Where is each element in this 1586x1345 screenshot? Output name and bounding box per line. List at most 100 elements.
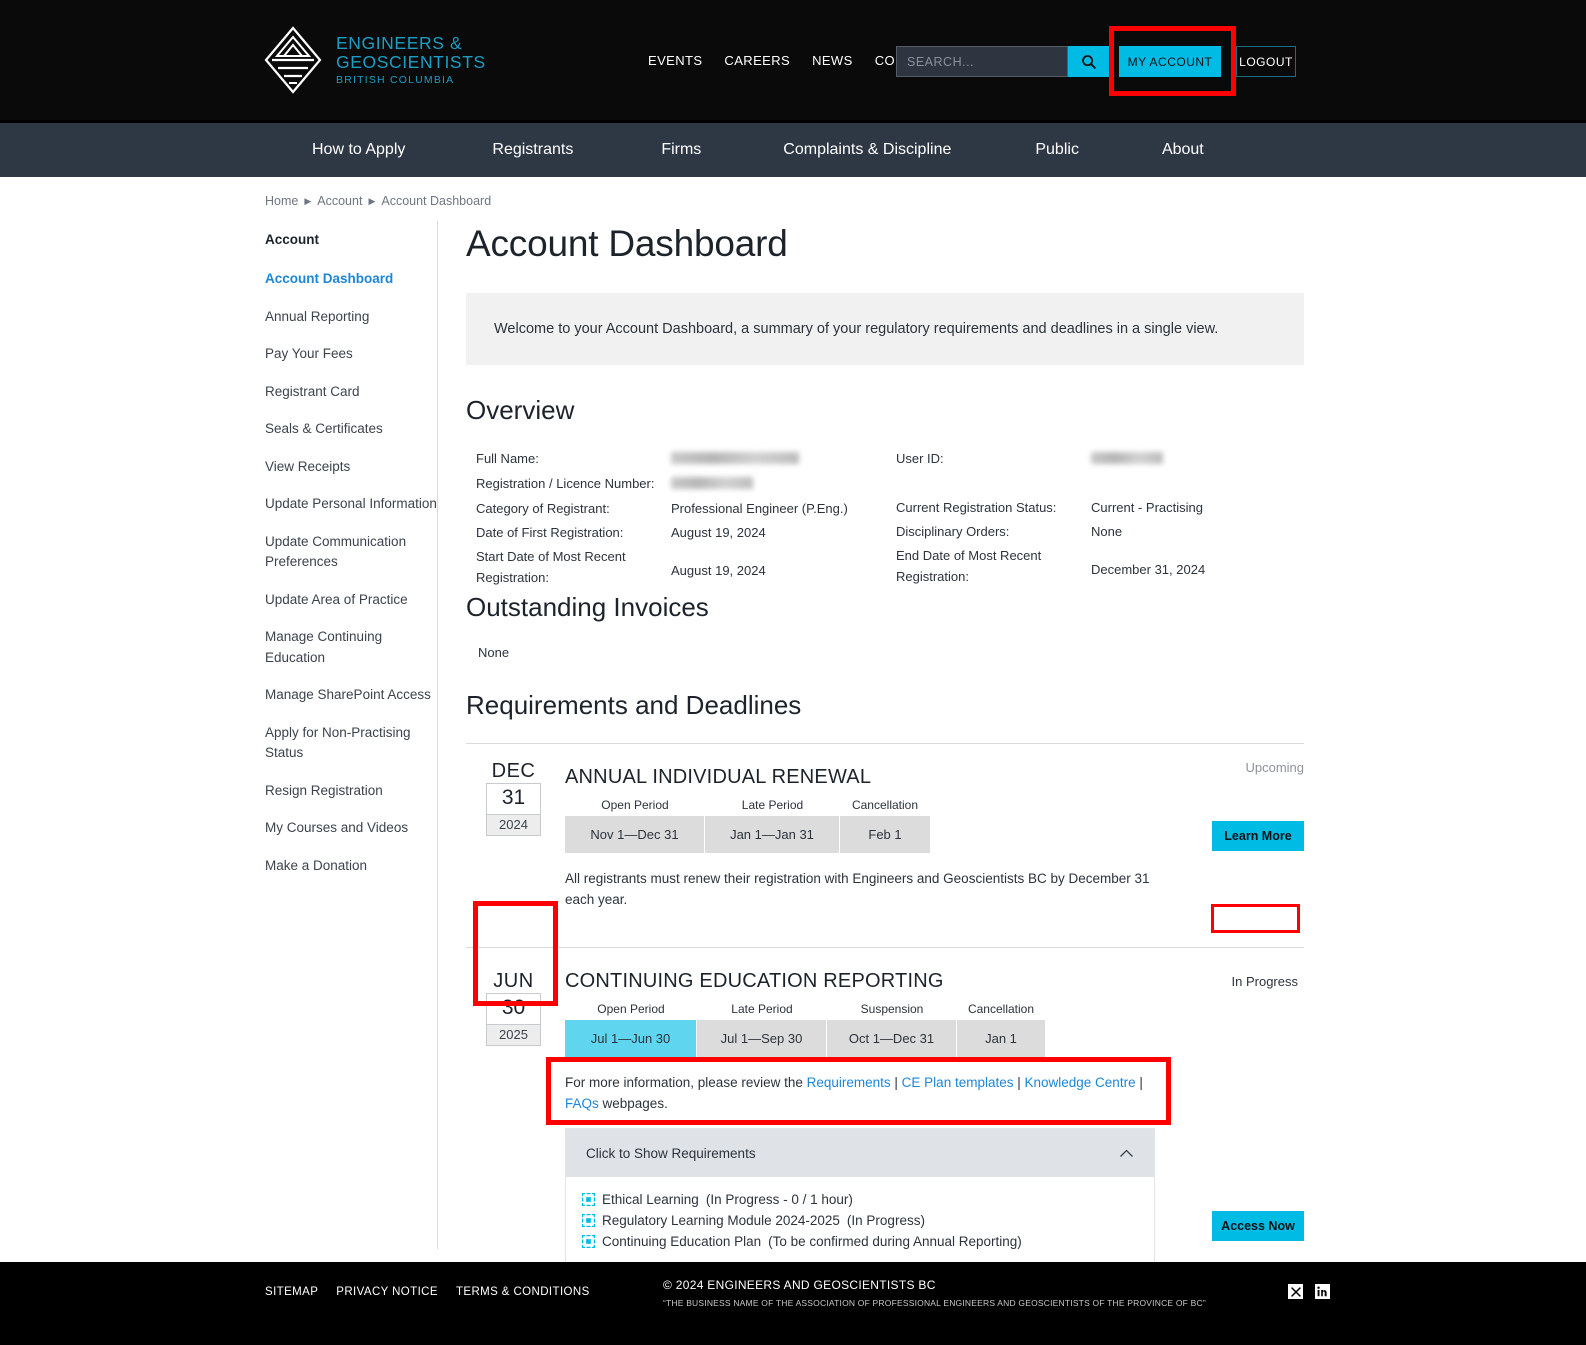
- sidebar-item-apply-non-practising-status[interactable]: Apply for Non-Practising Status: [265, 723, 440, 764]
- sidebar-item-update-area-of-practice[interactable]: Update Area of Practice: [265, 590, 440, 611]
- footer-social-links: [1288, 1284, 1330, 1299]
- ce-period-values: Jul 1—Jun 30 Jul 1—Sep 30 Oct 1—Dec 31 J…: [565, 1019, 1185, 1057]
- sidebar-item-pay-your-fees[interactable]: Pay Your Fees: [265, 344, 440, 365]
- access-now-button[interactable]: Access Now: [1212, 1210, 1304, 1241]
- breadcrumb-separator-icon: ▶: [304, 195, 312, 206]
- requirement-item[interactable]: Regulatory Learning Module 2024-2025 (In…: [566, 1210, 1154, 1231]
- sidebar-item-update-personal-information[interactable]: Update Personal Information: [265, 494, 440, 515]
- sidebar-item-account-dashboard[interactable]: Account Dashboard: [265, 269, 440, 290]
- renewal-card-body: ANNUAL INDIVIDUAL RENEWAL Open Period La…: [565, 766, 1185, 911]
- requirement-detail: (To be confirmed during Annual Reporting…: [768, 1234, 1022, 1250]
- sidebar-item-manage-continuing-education[interactable]: Manage Continuing Education: [265, 627, 440, 668]
- site-logo[interactable]: ENGINEERS & GEOSCIENTISTS BRITISH COLUMB…: [264, 26, 486, 94]
- sidebar-item-update-communication-preferences[interactable]: Update Communication Preferences: [265, 532, 440, 573]
- period-cell-late: Jan 1—Jan 31: [705, 816, 840, 853]
- footer-link-sitemap[interactable]: SITEMAP: [265, 1286, 318, 1298]
- footer-copyright: © 2024 ENGINEERS AND GEOSCIENTISTS BC: [663, 1278, 936, 1292]
- link-knowledge-centre[interactable]: Knowledge Centre: [1025, 1075, 1136, 1090]
- deadline-card-continuing-education: JUN 30 2025 CONTINUING EDUCATION REPORTI…: [466, 946, 1304, 1241]
- ce-date-badge: JUN 30 2025: [486, 970, 541, 1046]
- overview-row-registration-number: Registration / Licence Number:: [476, 473, 848, 495]
- show-requirements-accordion-header[interactable]: Click to Show Requirements: [566, 1129, 1154, 1178]
- period-cell-open: Jul 1—Jun 30: [565, 1019, 697, 1057]
- nav-complaints-discipline[interactable]: Complaints & Discipline: [783, 141, 951, 159]
- learn-more-button[interactable]: Learn More: [1212, 821, 1304, 851]
- overview-label: Registration / Licence Number:: [476, 476, 655, 492]
- requirements-accordion: Click to Show Requirements Ethical Learn…: [565, 1128, 1155, 1270]
- requirement-item[interactable]: Ethical Learning (In Progress - 0 / 1 ho…: [566, 1189, 1154, 1210]
- link-requirements[interactable]: Requirements: [807, 1075, 891, 1090]
- sidebar-item-manage-sharepoint-access[interactable]: Manage SharePoint Access: [265, 685, 440, 706]
- overview-column-right: User ID: Current Registration Status: Cu…: [896, 448, 1205, 590]
- breadcrumb-current: Account Dashboard: [381, 194, 492, 208]
- nav-public[interactable]: Public: [1035, 141, 1079, 159]
- ce-card-title: CONTINUING EDUCATION REPORTING: [565, 969, 944, 992]
- overview-value-redacted: [671, 473, 753, 495]
- link-faqs[interactable]: FAQs: [565, 1096, 599, 1111]
- topnav-news[interactable]: NEWS: [812, 53, 853, 68]
- requirement-detail: (In Progress): [846, 1213, 925, 1229]
- x-twitter-icon[interactable]: [1288, 1284, 1303, 1299]
- overview-value: December 31, 2024: [1091, 562, 1206, 578]
- footer-link-privacy-notice[interactable]: PRIVACY NOTICE: [336, 1286, 438, 1298]
- topnav-careers[interactable]: CAREERS: [724, 53, 790, 68]
- my-account-button[interactable]: MY ACCOUNT: [1119, 46, 1221, 77]
- overview-row-user-id: User ID:: [896, 448, 1205, 470]
- search-icon: [1081, 54, 1096, 69]
- chevron-up-icon: [1120, 1149, 1133, 1157]
- period-cell-open: Nov 1—Dec 31: [565, 816, 705, 853]
- broken-image-placeholder-icon: [582, 1235, 595, 1249]
- topnav-events[interactable]: EVENTS: [648, 53, 702, 68]
- renewal-card-note: All registrants must renew their registr…: [565, 871, 1150, 908]
- link-ce-plan-templates[interactable]: CE Plan templates: [902, 1075, 1014, 1090]
- overview-row-start-date-recent: Start Date of Most Recent Registration: …: [476, 546, 848, 588]
- nav-firms[interactable]: Firms: [661, 141, 701, 159]
- period-header: Cancellation: [851, 798, 919, 812]
- overview-value: None: [1091, 524, 1123, 540]
- date-badge-day: 30: [486, 992, 541, 1025]
- renewal-status-badge: Upcoming: [1245, 760, 1304, 775]
- overview-value: August 19, 2024: [671, 525, 766, 541]
- accordion-header-label: Click to Show Requirements: [586, 1145, 756, 1161]
- sidebar-item-seals-certificates[interactable]: Seals & Certificates: [265, 419, 440, 440]
- overview-label: Disciplinary Orders:: [896, 524, 1010, 540]
- sidebar-item-resign-registration[interactable]: Resign Registration: [265, 781, 440, 802]
- period-header: Suspension: [860, 1001, 924, 1016]
- period-header: Late Period: [731, 1001, 793, 1016]
- footer-legal-note: “THE BUSINESS NAME OF THE ASSOCIATION OF…: [663, 1298, 1206, 1308]
- sidebar-item-make-a-donation[interactable]: Make a Donation: [265, 856, 440, 877]
- footer-link-terms-conditions[interactable]: TERMS & CONDITIONS: [456, 1286, 590, 1298]
- logo-line-1: ENGINEERS &: [336, 32, 463, 53]
- overview-value: Current - Practising: [1091, 500, 1203, 516]
- page-content: Home ▶ Account ▶ Account Dashboard Accou…: [0, 177, 1586, 1270]
- overview-column-left: Full Name: Registration / Licence Number…: [476, 448, 848, 591]
- broken-image-placeholder-icon: [582, 1214, 595, 1228]
- overview-label: Full Name:: [476, 451, 539, 466]
- requirement-detail: (In Progress - 0 / 1 hour): [705, 1192, 853, 1208]
- search-submit-button[interactable]: [1068, 46, 1109, 77]
- nav-how-to-apply[interactable]: How to Apply: [312, 141, 405, 159]
- renewal-date-badge: DEC 31 2024: [486, 760, 541, 836]
- ce-card-body: CONTINUING EDUCATION REPORTING Open Peri…: [565, 970, 1185, 1115]
- overview-row-category: Category of Registrant: Professional Eng…: [476, 498, 848, 519]
- overview-row-full-name: Full Name:: [476, 448, 848, 470]
- sidebar-item-my-courses-and-videos[interactable]: My Courses and Videos: [265, 818, 440, 839]
- sidebar-item-annual-reporting[interactable]: Annual Reporting: [265, 307, 440, 328]
- breadcrumb-home[interactable]: Home: [265, 194, 298, 208]
- screenshot-root: ENGINEERS & GEOSCIENTISTS BRITISH COLUMB…: [0, 0, 1586, 1345]
- requirement-item[interactable]: Continuing Education Plan (To be confirm…: [566, 1231, 1154, 1252]
- deadline-card-annual-renewal: DEC 31 2024 ANNUAL INDIVIDUAL RENEWAL Op…: [466, 743, 1304, 911]
- ce-note-prefix: For more information, please review the: [565, 1074, 807, 1090]
- ce-card-note: For more information, please review the …: [565, 1074, 1143, 1111]
- breadcrumb: Home ▶ Account ▶ Account Dashboard: [265, 194, 491, 208]
- search-input[interactable]: [896, 46, 1068, 77]
- sidebar-item-registrant-card[interactable]: Registrant Card: [265, 382, 440, 403]
- overview-label: User ID:: [896, 451, 944, 466]
- linkedin-icon[interactable]: [1315, 1284, 1330, 1299]
- sidebar-item-view-receipts[interactable]: View Receipts: [265, 457, 440, 478]
- logo-line-3: BRITISH COLUMBIA: [336, 73, 455, 86]
- breadcrumb-account[interactable]: Account: [317, 194, 362, 208]
- logout-button[interactable]: LOGOUT: [1236, 46, 1296, 77]
- nav-registrants[interactable]: Registrants: [492, 141, 573, 159]
- nav-about[interactable]: About: [1162, 141, 1204, 159]
